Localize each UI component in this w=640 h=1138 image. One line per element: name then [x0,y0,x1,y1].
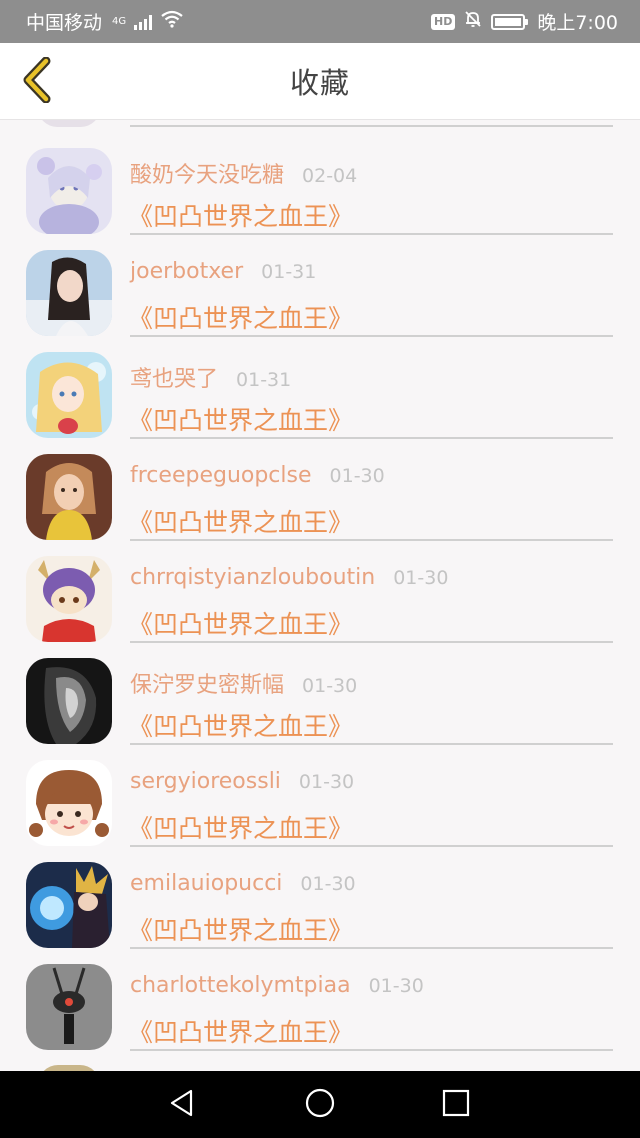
date-label: 01-31 [236,369,292,391]
avatar [26,148,112,234]
date-label: 01-30 [300,873,356,895]
back-button[interactable] [14,56,60,107]
date-label: 01-31 [261,261,317,283]
avatar [26,760,112,846]
avatar [26,352,112,438]
list-item[interactable]: frceepeguopclse 01-30 《凹凸世界之血王》 [0,433,640,541]
list-item[interactable]: 鸢也哭了 01-31 《凹凸世界之血王》 [0,331,640,439]
date-label: 01-30 [329,465,385,487]
book-title[interactable]: 《凹凸世界之血王》 [128,401,353,437]
status-left: 中国移动 4G [26,8,184,35]
app-header: 收藏 [0,43,640,120]
chevron-left-icon [20,56,54,107]
book-title[interactable]: 《凹凸世界之血王》 [128,911,353,947]
avatar [38,120,100,127]
system-nav-bar [0,1071,640,1138]
item-meta: 鸢也哭了 01-31 [130,361,291,393]
avatar [26,862,112,948]
list-item[interactable]: joerbotxer 01-31 《凹凸世界之血王》 [0,229,640,337]
item-meta: joerbotxer 01-31 [130,259,316,284]
book-title[interactable]: 《凹凸世界之血王》 [128,707,353,743]
book-title[interactable]: 《凹凸世界之血王》 [128,197,353,233]
avatar [26,250,112,336]
item-meta: charlottekolymtpiaa 01-30 [130,973,424,998]
date-label: 01-30 [368,975,424,997]
page-title: 收藏 [289,66,350,100]
mute-bell-icon [463,9,483,34]
item-meta: sergyioreossli 01-30 [130,769,354,794]
book-title[interactable]: 《凹凸世界之血王》 [128,299,353,335]
username[interactable]: joerbotxer [130,259,243,284]
back-triangle-icon [167,1088,197,1122]
username[interactable]: charlottekolymtpiaa [130,973,351,998]
list-item-partial [0,120,640,127]
username[interactable]: emilauiopucci [130,871,282,896]
username[interactable]: sergyioreossli [130,769,281,794]
avatar [26,658,112,744]
network-type: 4G [112,16,127,27]
username[interactable]: 保泞罗史密斯幅 [130,667,284,699]
book-title[interactable]: 《凹凸世界之血王》 [128,503,353,539]
date-label: 02-04 [302,165,358,187]
list-item[interactable]: chrrqistyianzlouboutin 01-30 《凹凸世界之血王》 [0,535,640,643]
username[interactable]: frceepeguopclse [130,463,312,488]
username[interactable]: chrrqistyianzlouboutin [130,565,375,590]
book-title[interactable]: 《凹凸世界之血王》 [128,1013,353,1049]
item-meta: 酸奶今天没吃糖 02-04 [130,157,357,189]
list-item[interactable]: 保泞罗史密斯幅 01-30 《凹凸世界之血王》 [0,637,640,745]
list-item[interactable]: emilauiopucci 01-30 《凹凸世界之血王》 [0,841,640,949]
battery-icon [491,13,529,30]
avatar [26,556,112,642]
signal-icon [134,14,153,30]
item-meta: chrrqistyianzlouboutin 01-30 [130,565,448,590]
username[interactable]: 鸢也哭了 [130,361,218,393]
avatar [26,454,112,540]
nav-home-button[interactable] [304,1087,336,1123]
date-label: 01-30 [393,567,449,589]
status-right: HD 晚上7:00 [430,8,618,35]
hd-icon: HD [430,13,456,30]
divider [130,1049,613,1051]
recents-square-icon [441,1088,471,1122]
status-bar: 中国移动 4G HD 晚上7:00 [0,0,640,43]
item-meta: emilauiopucci 01-30 [130,871,356,896]
nav-recents-button[interactable] [440,1089,472,1121]
list-item[interactable]: sergyioreossli 01-30 《凹凸世界之血王》 [0,739,640,847]
date-label: 01-30 [302,675,358,697]
wifi-icon [160,10,184,33]
list-item[interactable]: charlottekolymtpiaa 01-30 《凹凸世界之血王》 [0,943,640,1051]
list-item[interactable]: 酸奶今天没吃糖 02-04 《凹凸世界之血王》 [0,127,640,235]
favorites-list[interactable]: 酸奶今天没吃糖 02-04 《凹凸世界之血王》 joerbotxer 01-31… [0,120,640,1071]
home-circle-icon [304,1087,336,1123]
item-meta: frceepeguopclse 01-30 [130,463,385,488]
username[interactable]: 酸奶今天没吃糖 [130,157,284,189]
avatar [26,964,112,1050]
item-meta: 保泞罗史密斯幅 01-30 [130,667,357,699]
nav-back-button[interactable] [166,1089,198,1121]
book-title[interactable]: 《凹凸世界之血王》 [128,809,353,845]
book-title[interactable]: 《凹凸世界之血王》 [128,605,353,641]
clock-label: 晚上7:00 [537,12,618,34]
date-label: 01-30 [298,771,355,793]
carrier-label: 中国移动 [26,12,103,34]
